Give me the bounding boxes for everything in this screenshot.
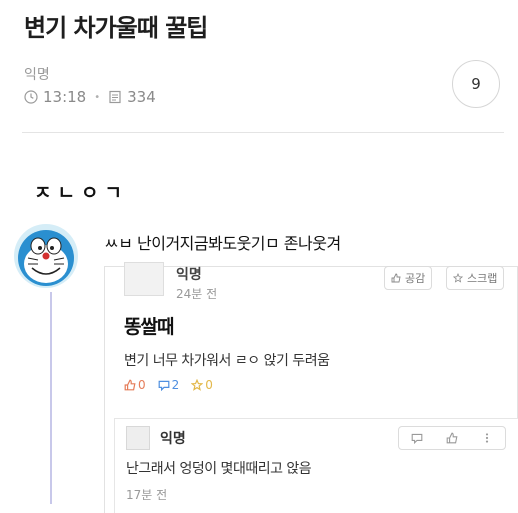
post-author: 익명 (24, 67, 50, 83)
avatar (14, 224, 78, 288)
post-meta: 13:18 • 334 (24, 88, 156, 106)
scrap-count: 0 (191, 378, 213, 392)
like-count: 0 (124, 378, 146, 392)
thread-line (50, 292, 52, 504)
comment-text: ㅆㅂ 난이거지금봐도웃기ㅁ 존나웃겨 (104, 234, 341, 253)
quoted-author: 익명 (176, 267, 202, 283)
reply-avatar (126, 426, 150, 450)
thumbs-up-icon (124, 379, 136, 391)
scrap-button[interactable]: 스크랩 (446, 266, 505, 290)
doraemon-avatar-icon (14, 224, 78, 288)
scrap-button-label: 스크랩 (467, 272, 498, 285)
quoted-time: 24분 전 (176, 287, 218, 301)
star-icon (453, 273, 463, 283)
clock-icon (24, 90, 38, 104)
reply-text: 난그래서 엉덩이 몇대때리고 앉음 (126, 461, 312, 477)
more-icon[interactable] (481, 432, 493, 444)
document-icon (109, 90, 121, 104)
reply-author: 익명 (160, 431, 186, 447)
speech-bubble-icon[interactable] (411, 432, 423, 444)
comment-count-button[interactable]: 9 (452, 60, 500, 108)
post-title: 변기 차가울때 꿀팁 (24, 14, 208, 42)
quoted-avatar (124, 262, 164, 296)
thumbs-up-icon[interactable] (446, 432, 458, 444)
reply-action-group (398, 426, 506, 450)
thumbs-up-icon (391, 273, 401, 283)
reaction-bar: 0 2 0 (124, 378, 221, 392)
star-icon (191, 379, 204, 391)
like-button-label: 공감 (405, 272, 426, 285)
like-button[interactable]: 공감 (384, 266, 433, 290)
speech-bubble-icon (158, 380, 170, 391)
post-views: 334 (127, 88, 156, 106)
post-time: 13:18 (43, 88, 87, 106)
scrap-count-value: 0 (205, 378, 213, 392)
quoted-post-body: 변기 너무 차가워서 ㄹㅇ 앉기 두려움 (124, 353, 330, 369)
meta-separator: • (94, 91, 101, 103)
header-divider (22, 132, 504, 133)
like-count-value: 0 (138, 378, 146, 392)
comment-count: 2 (158, 378, 180, 392)
reply-time: 17분 전 (126, 488, 168, 502)
post-body-text: ㅈㄴㅇㄱ (34, 182, 128, 204)
quoted-post-title: 똥쌀때 (124, 316, 174, 338)
comment-count-value: 2 (171, 378, 180, 392)
